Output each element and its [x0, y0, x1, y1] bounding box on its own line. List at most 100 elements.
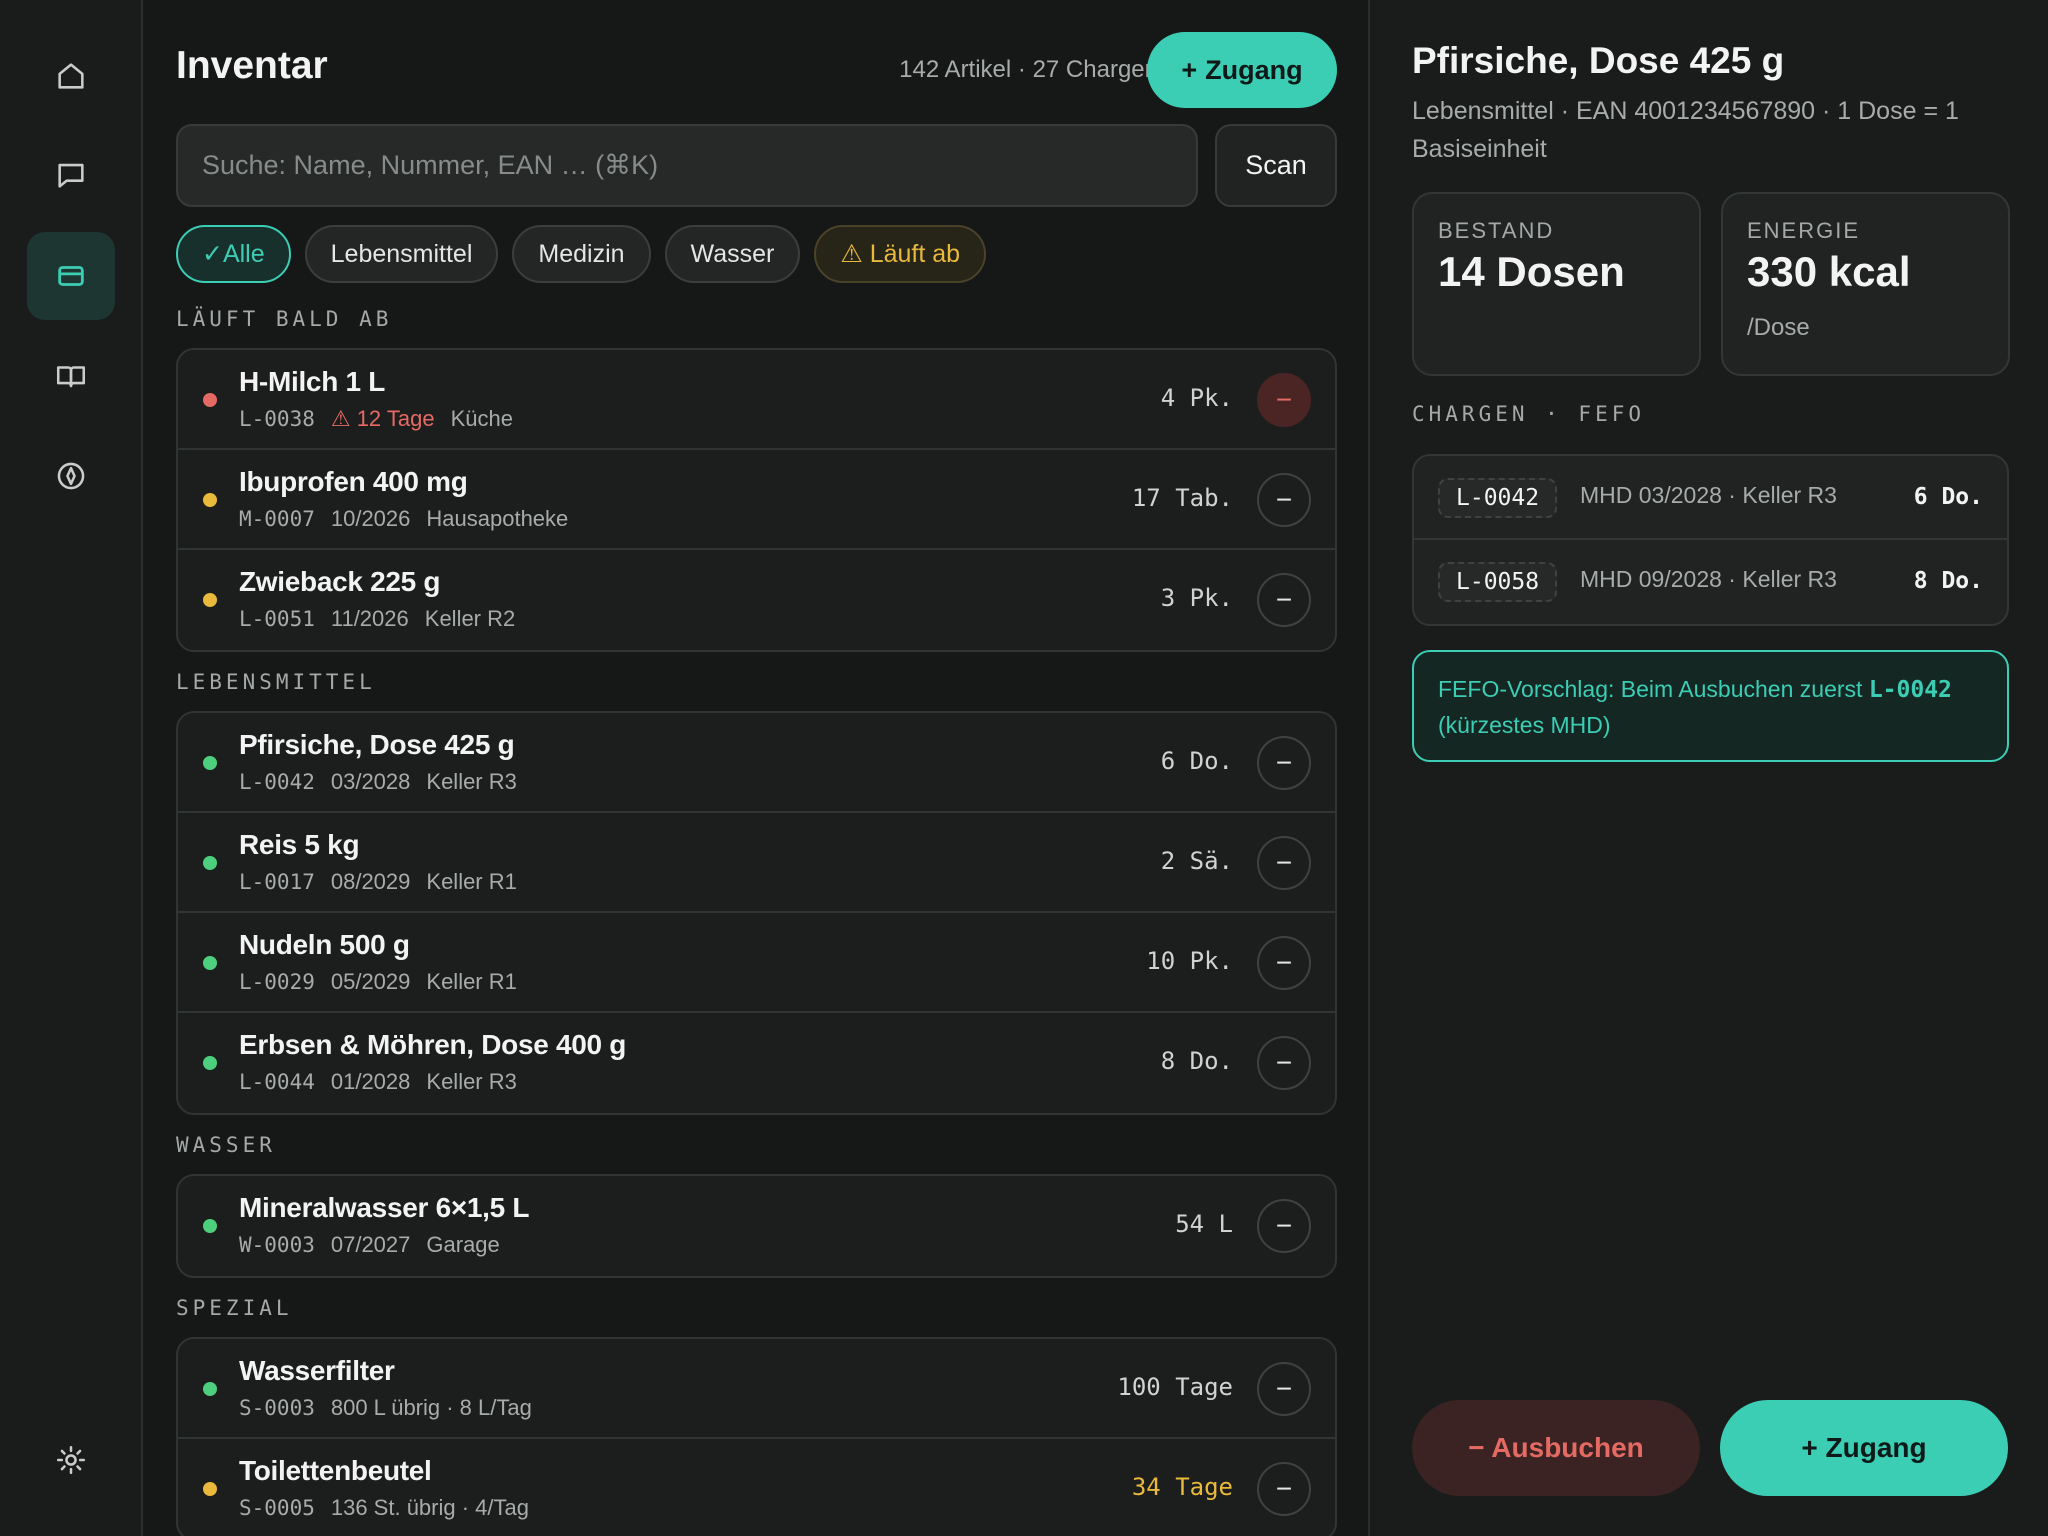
batch-info: MHD 09/2028 · Keller R3 [1580, 566, 1837, 592]
inventory-panel: Inventar 142 Artikel · 27 Chargen + Zuga… [143, 0, 1368, 1536]
item-meta: L-0038 ⚠ 12 Tage Küche [239, 406, 513, 432]
item-expiry: 10/2026 [330, 506, 411, 531]
nav-home[interactable] [27, 32, 115, 120]
item-name: Zwieback 225 g [239, 566, 441, 597]
item-meta: S-0003 800 L übrig · 8 L/Tag [239, 1395, 532, 1421]
filter-all[interactable]: ✓Alle [176, 225, 291, 283]
status-dot [203, 1219, 217, 1233]
item-meta: L-0044 01/2028 Keller R3 [239, 1069, 517, 1095]
item-quantity: 54 L [1175, 1210, 1233, 1238]
scan-button[interactable]: Scan [1215, 124, 1337, 207]
nav-chat[interactable] [27, 131, 115, 219]
item-expiry: 07/2027 [330, 1232, 411, 1257]
item-meta: L-0051 11/2026 Keller R2 [239, 606, 515, 632]
item-name: H-Milch 1 L [239, 366, 386, 397]
list-item[interactable]: Mineralwasser 6×1,5 L W-0003 07/2027 Garage… [178, 1176, 1335, 1276]
list-item[interactable]: Reis 5 kg L-0017 08/2029 Keller R1 2 Sä. − [178, 813, 1335, 913]
decrement-button[interactable]: − [1257, 573, 1311, 627]
settings-icon [56, 1445, 86, 1475]
item-name: Erbsen & Möhren, Dose 400 g [239, 1029, 627, 1060]
add-stock-button[interactable]: + Zugang [1720, 1400, 2008, 1496]
energy-card: ENERGIE 330 kcal /Dose [1721, 192, 2010, 376]
list-item[interactable]: Nudeln 500 g L-0029 05/2029 Keller R1 10 Pk.… [178, 913, 1335, 1013]
search-placeholder: Suche: Name, Nummer, EAN … (⌘K) [202, 150, 659, 180]
filter-expiring[interactable]: ⚠ Läuft ab [814, 225, 987, 283]
batch-row[interactable]: L-0058 MHD 09/2028 · Keller R3 8 Do. [1414, 540, 2007, 624]
list-item[interactable]: Pfirsiche, Dose 425 g L-0042 03/2028 Keller… [178, 713, 1335, 813]
batch-code: L-0058 [1438, 562, 1558, 602]
item-expiry: 11/2026 [330, 606, 409, 631]
search-input[interactable]: Suche: Name, Nummer, EAN … (⌘K) [176, 124, 1198, 207]
add-entry-button[interactable]: + Zugang [1147, 32, 1337, 108]
list-item[interactable]: Toilettenbeutel S-0005 136 St. übrig · 4/T… [178, 1439, 1335, 1536]
item-expiry: 136 St. übrig · 4/Tag [330, 1495, 529, 1520]
list-item[interactable]: Ibuprofen 400 mg M-0007 10/2026 Hausapothek… [178, 450, 1335, 550]
decrement-button[interactable]: − [1257, 836, 1311, 890]
batches-title: CHARGEN · FEFO [1412, 402, 1646, 426]
minus-icon: − [1275, 1473, 1293, 1504]
fefo-suggestion: FEFO-Vorschlag: Beim Ausbuchen zuerst L-… [1412, 650, 2009, 762]
section-title: LÄUFT BALD AB [176, 307, 393, 331]
item-code: L-0044 [239, 1070, 315, 1094]
inventory-summary: 142 Artikel · 27 Chargen [899, 56, 1158, 83]
add-entry-label: Zugang [1205, 54, 1303, 85]
item-expiry: ⚠ 12 Tage [330, 406, 435, 431]
decrement-button[interactable]: − [1257, 1036, 1311, 1090]
item-quantity: 6 Do. [1160, 747, 1233, 775]
list-item[interactable]: Zwieback 225 g L-0051 11/2026 Keller R2 3 Pk… [178, 550, 1335, 650]
item-code: S-0003 [239, 1396, 315, 1420]
item-code: W-0003 [239, 1233, 315, 1257]
batch-row[interactable]: L-0042 MHD 03/2028 · Keller R3 6 Do. [1414, 456, 2007, 540]
filter-medicine[interactable]: Medizin [512, 225, 651, 283]
item-code: L-0042 [239, 770, 315, 794]
list-item[interactable]: Erbsen & Möhren, Dose 400 g L-0044 01/2028… [178, 1013, 1335, 1113]
batch-qty: 6 Do. [1913, 484, 1983, 510]
energy-value: 330 kcal [1747, 248, 1911, 295]
decrement-button[interactable]: − [1257, 373, 1311, 427]
batch-info: MHD 03/2028 · Keller R3 [1580, 482, 1837, 508]
decrement-button[interactable]: − [1257, 736, 1311, 790]
item-quantity: 10 Pk. [1146, 947, 1233, 975]
section-group: H-Milch 1 L L-0038 ⚠ 12 Tage Küche 4 Pk. − Ibu… [176, 348, 1337, 652]
decrement-button[interactable]: − [1257, 1462, 1311, 1516]
list-item[interactable]: Wasserfilter S-0003 800 L übrig · 8 L/Tag 1… [178, 1339, 1335, 1439]
item-name: Reis 5 kg [239, 829, 360, 860]
minus-icon: − [1275, 947, 1293, 978]
section-group: Wasserfilter S-0003 800 L übrig · 8 L/Tag 1… [176, 1337, 1337, 1536]
filter-chips: ✓Alle Lebensmittel Medizin Wasser ⚠ Läuf… [176, 225, 987, 283]
item-name: Toilettenbeutel [239, 1455, 432, 1486]
nav-map[interactable] [27, 432, 115, 520]
stock-label: BESTAND [1438, 218, 1555, 243]
item-name: Wasserfilter [239, 1355, 395, 1386]
item-expiry: 800 L übrig · 8 L/Tag [330, 1395, 532, 1420]
item-location: Keller R3 [426, 1069, 517, 1094]
status-dot [203, 956, 217, 970]
list-item[interactable]: H-Milch 1 L L-0038 ⚠ 12 Tage Küche 4 Pk. − [178, 350, 1335, 450]
item-code: M-0007 [239, 507, 315, 531]
filter-water[interactable]: Wasser [664, 225, 801, 283]
fefo-code: L-0042 [1868, 677, 1952, 703]
item-meta: L-0017 08/2029 Keller R1 [239, 869, 517, 895]
card-icon [58, 266, 84, 286]
item-location: Keller R3 [426, 769, 517, 794]
section-group: Mineralwasser 6×1,5 L W-0003 07/2027 Garage… [176, 1174, 1337, 1278]
nav-inventory[interactable] [27, 232, 115, 320]
nav-guide[interactable] [27, 332, 115, 420]
checkout-button[interactable]: − Ausbuchen [1412, 1400, 1700, 1496]
item-code: L-0029 [239, 970, 315, 994]
stock-value: 14 Dosen [1438, 248, 1625, 295]
decrement-button[interactable]: − [1257, 936, 1311, 990]
chat-icon [58, 163, 84, 188]
item-quantity: 17 Tab. [1131, 484, 1233, 512]
energy-unit: /Dose [1747, 314, 1810, 341]
item-expiry: 08/2029 [330, 869, 411, 894]
decrement-button[interactable]: − [1257, 473, 1311, 527]
filter-food[interactable]: Lebensmittel [304, 225, 499, 283]
nav-settings[interactable] [27, 1416, 115, 1504]
item-code: S-0005 [239, 1496, 315, 1520]
item-meta: L-0029 05/2029 Keller R1 [239, 969, 517, 995]
decrement-button[interactable]: − [1257, 1199, 1311, 1253]
decrement-button[interactable]: − [1257, 1362, 1311, 1416]
item-meta: M-0007 10/2026 Hausapotheke [239, 506, 568, 532]
home-icon [58, 63, 84, 89]
